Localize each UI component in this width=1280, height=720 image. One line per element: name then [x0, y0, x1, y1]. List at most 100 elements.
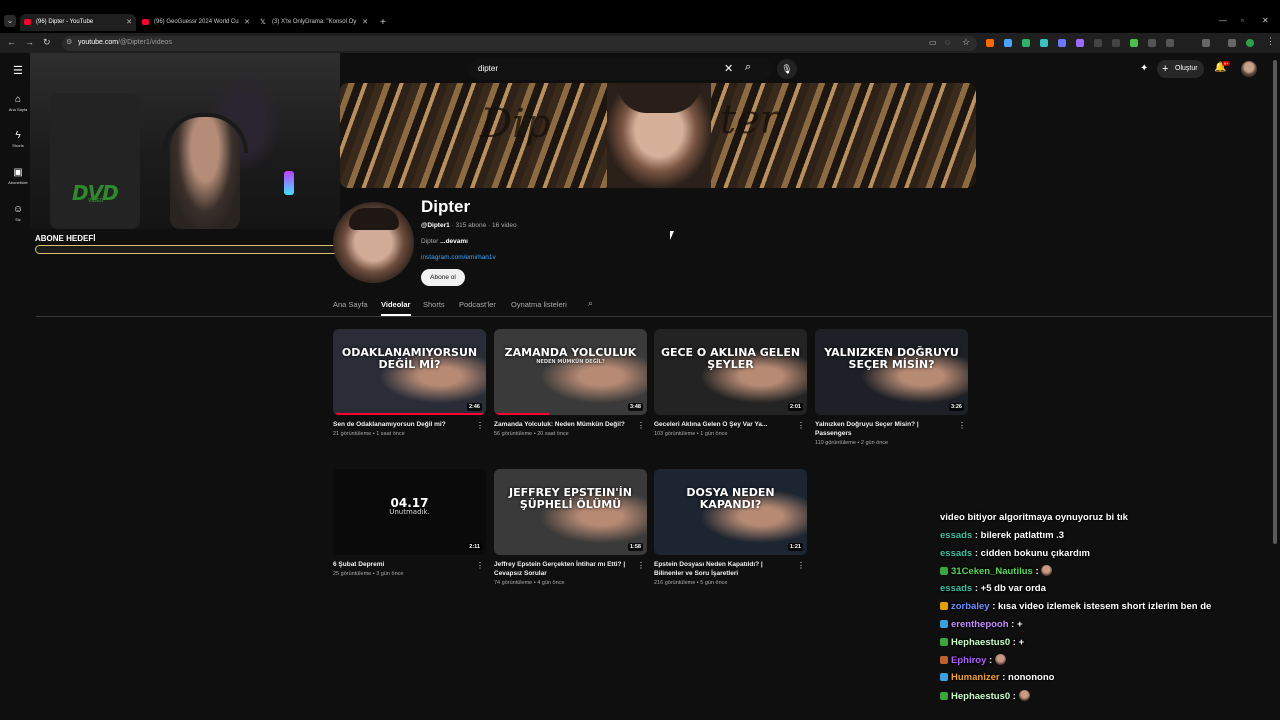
more-options-icon[interactable]: ⋮: [797, 561, 805, 570]
tab-close-icon[interactable]: ✕: [126, 14, 132, 31]
window-close-icon[interactable]: ✕: [1262, 16, 1269, 25]
channel-banner: Dip ter: [340, 83, 976, 188]
video-thumbnail[interactable]: ZAMANDA YOLCULUK NEDEN MÜMKÜN DEĞİL? 3:48: [494, 329, 647, 415]
browser-tab-geoguessr[interactable]: (96) GeoGuessr 2024 World Cu ✕: [138, 14, 254, 31]
extensions-puzzle-icon[interactable]: [1202, 39, 1210, 47]
back-icon[interactable]: ←: [7, 37, 16, 47]
banner-signature: ter: [720, 97, 779, 143]
clear-search-icon[interactable]: ✕: [724, 62, 733, 75]
video-title[interactable]: 6 Şubat Depremi: [333, 560, 486, 569]
chat-username: Hephaestus0: [951, 690, 1011, 702]
search-icon[interactable]: ⌕: [745, 61, 751, 74]
extension-icon[interactable]: [1040, 39, 1048, 47]
extension-icon[interactable]: [1004, 39, 1012, 47]
extension-icon[interactable]: [1022, 39, 1030, 47]
channel-description[interactable]: Dipter ...devamı: [421, 238, 468, 245]
forward-icon[interactable]: →: [25, 37, 34, 47]
tab-playlists[interactable]: Oynatma listeleri: [511, 300, 567, 309]
watch-progress-bar: [333, 413, 486, 415]
extension-icon[interactable]: [1076, 39, 1084, 47]
browser-tabstrip: ⌄ (96) Dipter - YouTube ✕ (96) GeoGuessr…: [0, 0, 1280, 33]
video-thumbnail[interactable]: GECE O AKLINA GELEN ŞEYLER 2:01: [654, 329, 807, 415]
chat-message: erenthepooh : +: [940, 619, 1270, 637]
more-options-icon[interactable]: ⋮: [797, 421, 805, 430]
minimize-icon[interactable]: —: [1219, 16, 1227, 25]
video-thumbnail[interactable]: YALNIZKEN DOĞRUYU SEÇER MİSİN? 3:26: [815, 329, 968, 415]
chat-message: essads : cidden bokunu çıkardım: [940, 548, 1270, 566]
tab-podcasts[interactable]: Podcast'ler: [459, 300, 496, 309]
extension-icon[interactable]: [1166, 39, 1174, 47]
eye-off-icon[interactable]: ◌: [945, 38, 950, 47]
browser-tab-youtube[interactable]: (96) Dipter - YouTube ✕: [20, 14, 136, 31]
video-card[interactable]: 04.17 Unutmadık. 2:11 6 Şubat Depremi 25 gör…: [333, 469, 486, 577]
tab-home[interactable]: Ana Sayfa: [333, 300, 368, 309]
video-thumbnail[interactable]: 04.17 Unutmadık. 2:11: [333, 469, 486, 555]
tab-title: (96) Dipter - YouTube: [36, 19, 94, 25]
video-card[interactable]: DOSYA NEDEN KAPANDI? 1:21 Epstein Dosyası …: [654, 469, 807, 586]
chat-message: video bitiyor algoritmaya oynuyoruz bi t…: [940, 512, 1270, 530]
search-input[interactable]: dipter: [478, 64, 498, 73]
extension-icon[interactable]: [1058, 39, 1066, 47]
video-duration: 2:46: [466, 403, 482, 411]
stream-chat: video bitiyor algoritmaya oynuyoruz bi t…: [940, 512, 1270, 708]
more-options-icon[interactable]: ⋮: [476, 561, 484, 570]
tab-shorts[interactable]: Shorts: [423, 300, 445, 309]
install-icon[interactable]: ▭: [929, 38, 937, 47]
video-title[interactable]: Epstein Dosyası Neden Kapatıldı? | Bilin…: [654, 560, 807, 578]
thumbnail-text: YALNIZKEN DOĞRUYU SEÇER MİSİN?: [824, 346, 959, 371]
video-title[interactable]: Sen de Odaklanamıyorsun Değil mi?: [333, 420, 486, 429]
extension-icon[interactable]: [1094, 39, 1102, 47]
extension-icon[interactable]: [986, 39, 994, 47]
cast-icon[interactable]: ✦: [1140, 63, 1148, 74]
new-tab-button[interactable]: +: [380, 14, 386, 31]
video-card[interactable]: GECE O AKLINA GELEN ŞEYLER 2:01 Geceleri A…: [654, 329, 807, 437]
more-options-icon[interactable]: ⋮: [958, 421, 966, 430]
tab-videos[interactable]: Videolar: [381, 300, 410, 309]
video-title[interactable]: Zamanda Yolculuk: Neden Mümkün Değil?: [494, 420, 647, 429]
extension-icon[interactable]: [1130, 39, 1138, 47]
thumbnail-text: DOSYA NEDEN KAPANDI?: [686, 486, 775, 511]
chat-text: : +5 db var orda: [974, 583, 1046, 595]
address-bar[interactable]: ⚙ youtube.com/@Dipter1/videos ▭ ◌ ☆: [62, 36, 977, 51]
video-card[interactable]: JEFFREY EPSTEIN'İN ŞÜPHELİ ÖLÜMÜ 1:58 Jeff…: [494, 469, 647, 586]
more-options-icon[interactable]: ⋮: [476, 421, 484, 430]
video-thumbnail[interactable]: DOSYA NEDEN KAPANDI? 1:21: [654, 469, 807, 555]
video-title[interactable]: Jeffrey Epstein Gerçekten İntihar mı Ett…: [494, 560, 647, 578]
reload-icon[interactable]: ↻: [43, 37, 51, 48]
browser-tab-x[interactable]: 𝕏 (3) X'te OnlyDrama: "Konsol Oy ✕: [256, 14, 372, 31]
banner-signature: Dip: [480, 101, 551, 147]
chat-text: :: [1035, 566, 1039, 578]
channel-search-icon[interactable]: ⌕: [588, 298, 593, 309]
video-card[interactable]: ZAMANDA YOLCULUK NEDEN MÜMKÜN DEĞİL? 3:48 Z…: [494, 329, 647, 437]
tab-search-icon[interactable]: ⌄: [4, 15, 16, 27]
site-info-icon[interactable]: ⚙: [66, 38, 72, 46]
mouse-cursor: [670, 231, 674, 240]
page-scrollbar[interactable]: [1273, 60, 1277, 544]
maximize-icon[interactable]: ▫: [1241, 16, 1244, 25]
hamburger-menu-icon[interactable]: ☰: [13, 64, 23, 77]
subscribe-button[interactable]: Abone ol: [421, 269, 465, 286]
create-button[interactable]: + Oluştur: [1157, 60, 1204, 78]
profile-icon[interactable]: [1246, 39, 1254, 47]
voice-search-icon[interactable]: 🎙: [777, 59, 797, 79]
video-title[interactable]: Geceleri Aklına Gelen O Şey Var Ya...: [654, 420, 807, 429]
browser-toolbar: ← → ↻ ⚙ youtube.com/@Dipter1/videos ▭ ◌ …: [0, 33, 1280, 53]
search-box[interactable]: dipter ✕ ⌕: [469, 58, 772, 80]
account-avatar[interactable]: [1241, 61, 1257, 77]
video-thumbnail[interactable]: JEFFREY EPSTEIN'İN ŞÜPHELİ ÖLÜMÜ 1:58: [494, 469, 647, 555]
tab-close-icon[interactable]: ✕: [244, 14, 250, 31]
extension-icon[interactable]: [1112, 39, 1120, 47]
bookmark-star-icon[interactable]: ☆: [962, 37, 970, 48]
chat-badge-icon: [940, 567, 948, 576]
video-thumbnail[interactable]: ODAKLANAMIYORSUN DEĞİL Mİ? 2:46: [333, 329, 486, 415]
video-card[interactable]: ODAKLANAMIYORSUN DEĞİL Mİ? 2:46 Sen de Oda…: [333, 329, 486, 437]
more-options-icon[interactable]: ⋮: [637, 561, 645, 570]
video-card[interactable]: YALNIZKEN DOĞRUYU SEÇER MİSİN? 3:26 Yalnız…: [815, 329, 968, 446]
more-options-icon[interactable]: ⋮: [637, 421, 645, 430]
extension-icon[interactable]: [1148, 39, 1156, 47]
video-title[interactable]: Yalnızken Doğruyu Seçer Misin? | Passeng…: [815, 420, 968, 438]
channel-link[interactable]: instagram.com/emirhan1v: [421, 254, 496, 261]
browser-menu-icon[interactable]: ⋮: [1266, 36, 1275, 47]
tab-close-icon[interactable]: ✕: [362, 14, 368, 31]
downloads-icon[interactable]: [1228, 39, 1236, 47]
